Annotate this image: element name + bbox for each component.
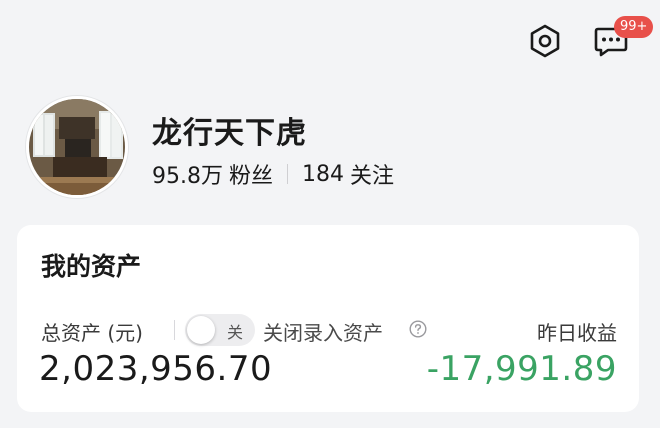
toggle-description: 关闭录入资产 (263, 321, 383, 345)
assets-card: 我的资产 总资产 (元) 关 关闭录入资产 2,023,956.70 昨日收益 … (17, 225, 639, 412)
gear-icon (530, 24, 560, 58)
profile-page: 99+ 龙行天下虎 95.8万 粉丝 184 关注 我的资产 总资产 (元) 关… (0, 0, 660, 428)
total-assets-value: 2,023,956.70 (39, 349, 273, 389)
yesterday-earnings-label: 昨日收益 (537, 321, 617, 345)
label-divider (174, 320, 175, 340)
toggle-knob (187, 316, 215, 344)
avatar[interactable] (26, 96, 128, 198)
profile-stats: 95.8万 粉丝 184 关注 (152, 158, 394, 190)
followers-label[interactable]: 粉丝 (229, 158, 273, 190)
question-circle-icon[interactable] (409, 320, 427, 338)
asset-entry-toggle[interactable]: 关 (185, 314, 255, 346)
followers-count[interactable]: 95.8万 (152, 158, 223, 190)
stats-divider (287, 164, 289, 184)
assets-title: 我的资产 (41, 252, 142, 281)
settings-button[interactable] (524, 20, 566, 62)
username: 龙行天下虎 (152, 116, 307, 151)
notification-badge: 99+ (614, 16, 654, 38)
avatar-image (29, 99, 125, 195)
following-count[interactable]: 184 (302, 162, 344, 187)
yesterday-earnings-value: -17,991.89 (426, 349, 617, 389)
total-assets-label: 总资产 (元) (41, 321, 143, 345)
following-label[interactable]: 关注 (350, 158, 394, 190)
toggle-state-text: 关 (226, 323, 243, 342)
